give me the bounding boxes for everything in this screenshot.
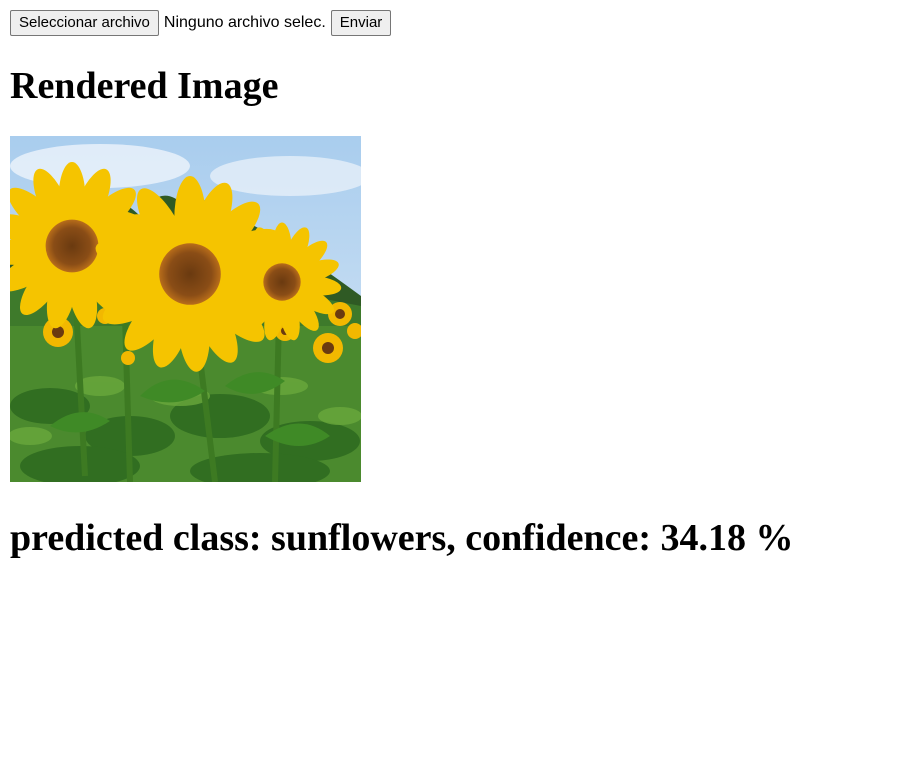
prediction-result: predicted class: sunflowers, confidence:… (10, 517, 794, 559)
upload-form: Seleccionar archivo Ninguno archivo sele… (10, 10, 392, 36)
sunflower-image (10, 136, 361, 482)
file-status-text: Ninguno archivo selec. (163, 14, 326, 31)
submit-button[interactable]: Enviar (330, 10, 392, 36)
page-title: Rendered Image (10, 65, 279, 107)
choose-file-button[interactable]: Seleccionar archivo (10, 10, 159, 36)
